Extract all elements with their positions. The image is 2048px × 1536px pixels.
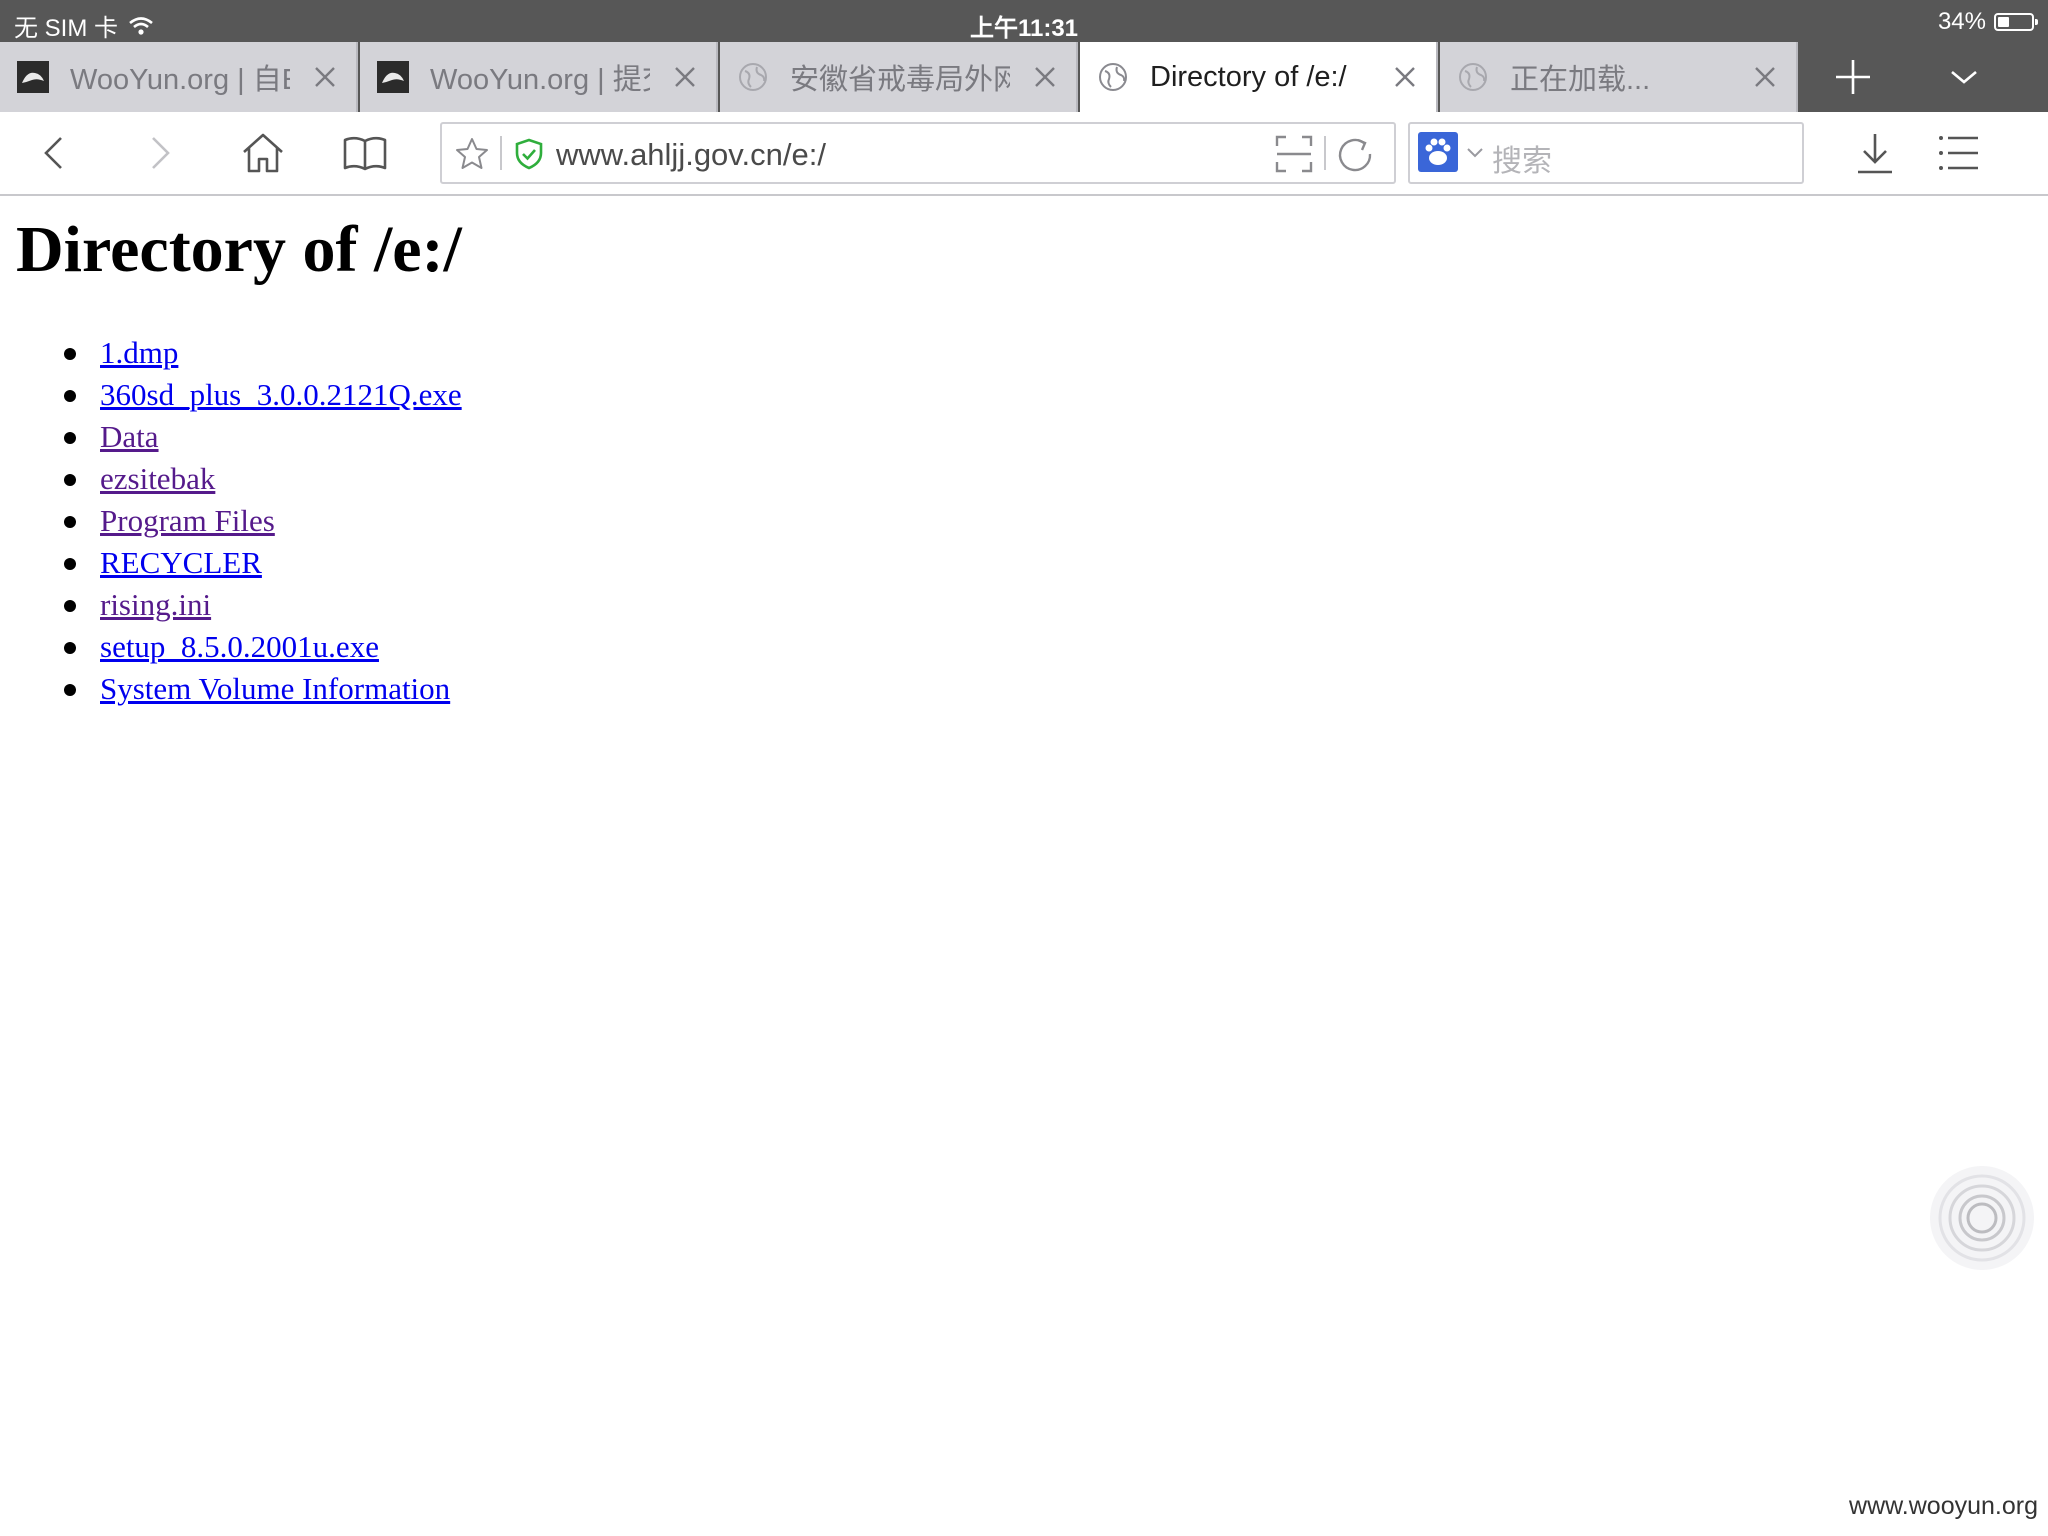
bullet <box>64 558 76 570</box>
back-icon[interactable] <box>32 130 78 176</box>
search-placeholder: 搜索 <box>1492 145 1552 178</box>
bullet <box>64 432 76 444</box>
list-item: setup_8.5.0.2001u.exe <box>60 626 462 668</box>
close-icon[interactable] <box>1030 62 1060 92</box>
list-item: System Volume Information <box>60 668 462 710</box>
wooyun-icon <box>376 60 410 94</box>
folder-link[interactable]: Data <box>100 419 159 454</box>
close-icon[interactable] <box>310 62 340 92</box>
url-text[interactable]: www.ahljj.gov.cn/e:/ <box>556 137 826 173</box>
forward-icon[interactable] <box>136 130 182 176</box>
tab-bar: WooYun.org | 自E WooYun.org | 提交 安徽省戒毒局外网… <box>0 42 2048 112</box>
battery-percent: 34% <box>1937 8 1986 35</box>
close-icon[interactable] <box>1750 62 1780 92</box>
watermark: www.wooyun.org <box>1849 1492 2038 1520</box>
tab-title: WooYun.org | 自E <box>70 64 290 96</box>
folder-link[interactable]: RECYCLER <box>100 545 262 580</box>
file-link[interactable]: 360sd_plus_3.0.0.2121Q.exe <box>100 377 462 412</box>
tab-title: 安徽省戒毒局外网 <box>790 64 1010 96</box>
list-item: rising.ini <box>60 584 462 626</box>
wooyun-icon <box>16 60 50 94</box>
bullet <box>64 390 76 402</box>
list-item: 1.dmp <box>60 332 462 374</box>
home-icon[interactable] <box>240 130 286 176</box>
battery-icon <box>1994 13 2038 31</box>
tab-title: WooYun.org | 提交 <box>430 64 650 96</box>
chevron-down-icon[interactable] <box>1942 60 1986 94</box>
bullet <box>64 516 76 528</box>
assistive-touch-button[interactable] <box>1928 1164 2036 1272</box>
globe-icon <box>1456 60 1490 94</box>
tab-wooyun-2[interactable]: WooYun.org | 提交 <box>360 42 718 112</box>
menu-icon[interactable] <box>1936 130 1982 176</box>
address-divider <box>500 136 502 170</box>
page-title: Directory of /e:/ <box>16 213 462 286</box>
folder-link[interactable]: ezsitebak <box>100 461 215 496</box>
file-link[interactable]: 1.dmp <box>100 335 178 370</box>
bullet <box>64 600 76 612</box>
list-item: RECYCLER <box>60 542 462 584</box>
scan-icon[interactable] <box>1274 134 1314 174</box>
bullet <box>64 474 76 486</box>
file-link[interactable]: setup_8.5.0.2001u.exe <box>100 629 379 664</box>
list-item: Data <box>60 416 462 458</box>
battery-group: 34% <box>1937 8 2038 36</box>
secure-shield-icon <box>515 138 543 170</box>
browser-toolbar: www.ahljj.gov.cn/e:/ 搜索 <box>0 112 2048 196</box>
list-item: 360sd_plus_3.0.0.2121Q.exe <box>60 374 462 416</box>
bullet <box>64 348 76 360</box>
search-input[interactable]: 搜索 <box>1408 122 1804 184</box>
tab-ahljj[interactable]: 安徽省戒毒局外网 <box>720 42 1078 112</box>
download-icon[interactable] <box>1852 130 1898 176</box>
address-bar[interactable]: www.ahljj.gov.cn/e:/ <box>440 122 1396 184</box>
tab-directory[interactable]: Directory of /e:/ <box>1080 42 1438 112</box>
bullet <box>64 684 76 696</box>
chevron-down-icon[interactable] <box>1466 146 1484 160</box>
address-divider <box>1324 136 1326 170</box>
tab-title: 正在加载... <box>1510 64 1651 96</box>
close-icon[interactable] <box>1390 62 1420 92</box>
globe-icon <box>1096 60 1130 94</box>
bullet <box>64 642 76 654</box>
globe-icon <box>736 60 770 94</box>
tab-title: Directory of /e:/ <box>1150 60 1347 93</box>
close-icon[interactable] <box>670 62 700 92</box>
tab-loading[interactable]: 正在加载... <box>1440 42 1798 112</box>
bookmarks-icon[interactable] <box>342 130 388 176</box>
folder-link[interactable]: System Volume Information <box>100 671 450 706</box>
status-bar: 无 SIM 卡 上午11:31 34% <box>0 0 2048 42</box>
star-icon[interactable] <box>454 136 490 172</box>
reload-icon[interactable] <box>1334 134 1376 176</box>
directory-list: 1.dmp 360sd_plus_3.0.0.2121Q.exe Data ez… <box>60 332 462 710</box>
list-item: Program Files <box>60 500 462 542</box>
list-item: ezsitebak <box>60 458 462 500</box>
clock: 上午11:31 <box>969 15 1079 42</box>
baidu-paw-icon[interactable] <box>1418 132 1458 172</box>
file-link[interactable]: rising.ini <box>100 587 211 622</box>
new-tab-icon[interactable] <box>1832 56 1874 98</box>
folder-link[interactable]: Program Files <box>100 503 275 538</box>
tab-wooyun-1[interactable]: WooYun.org | 自E <box>0 42 358 112</box>
